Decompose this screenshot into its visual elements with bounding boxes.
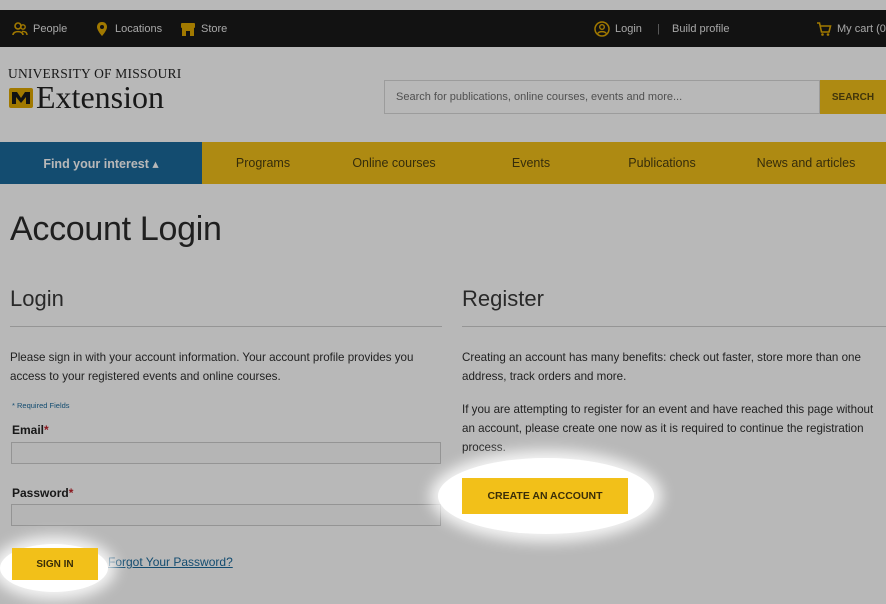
- register-divider: [462, 326, 886, 327]
- register-benefits: Creating an account has many benefits: c…: [462, 351, 861, 383]
- login-divider: [10, 326, 442, 327]
- search-box: [384, 80, 827, 114]
- people-link[interactable]: People: [12, 10, 67, 47]
- locations-link[interactable]: Locations: [94, 10, 162, 47]
- locations-label: Locations: [115, 22, 163, 35]
- store-label: Store: [201, 22, 228, 35]
- people-label: People: [33, 22, 68, 35]
- nav-find-your-interest[interactable]: Find your interest ▴: [0, 142, 202, 184]
- nav-news-and-articles[interactable]: News and articles: [726, 142, 886, 184]
- required-fields-note: * Required Fields: [12, 401, 70, 410]
- password-label: Password*: [12, 486, 74, 500]
- password-field[interactable]: [12, 505, 440, 525]
- build-profile-label: Build profile: [672, 22, 730, 35]
- register-event-note: If you are attempting to register for an…: [462, 403, 874, 454]
- user-circle-icon: [594, 20, 610, 37]
- forgot-password-link[interactable]: Forgot Your Password?: [108, 555, 233, 569]
- topbar-separator: |: [657, 22, 660, 35]
- login-heading: Login: [10, 286, 64, 311]
- top-utility-bar: People Locations Store Login | Build pro…: [0, 10, 886, 47]
- site-logo[interactable]: UNIVERSITY OF MISSOURI Extension: [8, 66, 181, 115]
- store-icon: [181, 22, 195, 36]
- nav-events[interactable]: Events: [464, 142, 598, 184]
- search-input[interactable]: [385, 81, 827, 113]
- location-pin-icon: [97, 21, 107, 36]
- sign-in-button[interactable]: SIGN IN: [12, 548, 98, 580]
- nav-publications[interactable]: Publications: [598, 142, 726, 184]
- password-field-wrapper: [11, 504, 441, 526]
- email-field-wrapper: [11, 442, 441, 464]
- cart-icon: [817, 21, 832, 36]
- page-title: Account Login: [10, 210, 222, 248]
- cart-label: My cart (0: [837, 22, 886, 35]
- nav-programs[interactable]: Programs: [202, 142, 324, 184]
- email-field[interactable]: [12, 443, 440, 463]
- login-link[interactable]: Login: [594, 10, 642, 47]
- main-nav: Find your interest ▴ Programs Online cou…: [0, 142, 886, 184]
- search-button[interactable]: SEARCH: [820, 80, 886, 114]
- logo-name: Extension: [36, 79, 164, 115]
- login-intro: Please sign in with your account informa…: [10, 351, 414, 383]
- mizzou-tiger-icon: [9, 88, 33, 108]
- create-account-button[interactable]: CREATE AN ACCOUNT: [462, 478, 628, 514]
- store-link[interactable]: Store: [180, 10, 227, 47]
- register-heading: Register: [462, 286, 544, 311]
- login-label: Login: [615, 22, 642, 35]
- nav-online-courses[interactable]: Online courses: [324, 142, 464, 184]
- email-label: Email*: [12, 423, 49, 437]
- people-icon: [12, 21, 28, 35]
- cart-link[interactable]: My cart (0: [816, 10, 886, 47]
- build-profile-link[interactable]: Build profile: [672, 10, 729, 47]
